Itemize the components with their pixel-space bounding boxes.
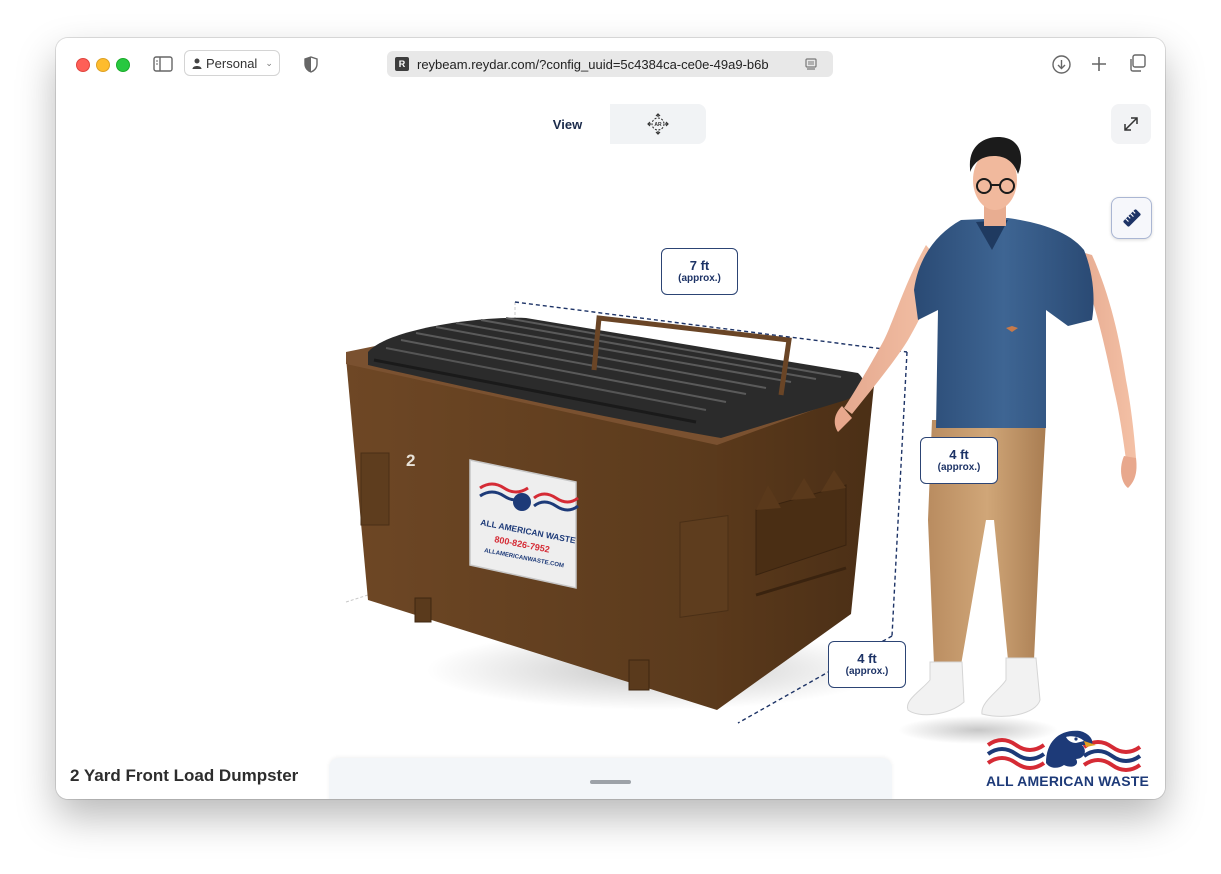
browser-window: Personal ⌄ R reybeam.reydar.com/?config_… bbox=[56, 38, 1165, 799]
scene-3d: 2 ALL AMERICAN WASTE 800-826-7952 ALLAME… bbox=[345, 137, 1137, 744]
zoom-window-button[interactable] bbox=[116, 58, 130, 72]
address-bar[interactable]: R reybeam.reydar.com/?config_uuid=5c4384… bbox=[387, 51, 833, 77]
height-dimension-label: 4 ft (approx.) bbox=[920, 437, 998, 484]
chevron-down-icon: ⌄ bbox=[265, 57, 273, 68]
sheet-drag-handle[interactable] bbox=[590, 780, 631, 784]
person-icon bbox=[192, 58, 202, 69]
details-bottom-sheet[interactable] bbox=[329, 758, 892, 799]
product-title: 2 Yard Front Load Dumpster bbox=[70, 766, 299, 785]
sidebar-toggle-icon[interactable] bbox=[153, 55, 173, 73]
privacy-shield-icon[interactable] bbox=[303, 54, 319, 74]
brand-name: ALL AMERICAN WASTE bbox=[986, 773, 1150, 789]
dumpster-number: 2 bbox=[406, 451, 415, 470]
url-text: reybeam.reydar.com/?config_uuid=5c4384ca… bbox=[417, 56, 769, 72]
minimize-window-button[interactable] bbox=[96, 58, 110, 72]
width-dimension-label: 7 ft (approx.) bbox=[661, 248, 738, 295]
profile-label: Personal bbox=[206, 55, 258, 71]
company-sign: ALL AMERICAN WASTE 800-826-7952 ALLAMERI… bbox=[469, 459, 579, 589]
downloads-icon[interactable] bbox=[1051, 54, 1071, 74]
site-favicon: R bbox=[395, 57, 409, 71]
reader-icon[interactable] bbox=[805, 58, 825, 70]
viewer-area[interactable]: View AR 2 ALL AMERICAN WASTE 800-826-795… bbox=[56, 90, 1165, 799]
close-window-button[interactable] bbox=[76, 58, 90, 72]
profile-selector[interactable]: Personal ⌄ bbox=[184, 50, 280, 76]
new-tab-icon[interactable] bbox=[1089, 54, 1109, 74]
tab-overview-icon[interactable] bbox=[1127, 53, 1147, 73]
dumpster-model: 2 ALL AMERICAN WASTE 800-826-7952 ALLAME… bbox=[345, 302, 886, 710]
depth-dimension-label: 4 ft (approx.) bbox=[828, 641, 906, 688]
browser-toolbar: Personal ⌄ R reybeam.reydar.com/?config_… bbox=[56, 38, 1165, 90]
